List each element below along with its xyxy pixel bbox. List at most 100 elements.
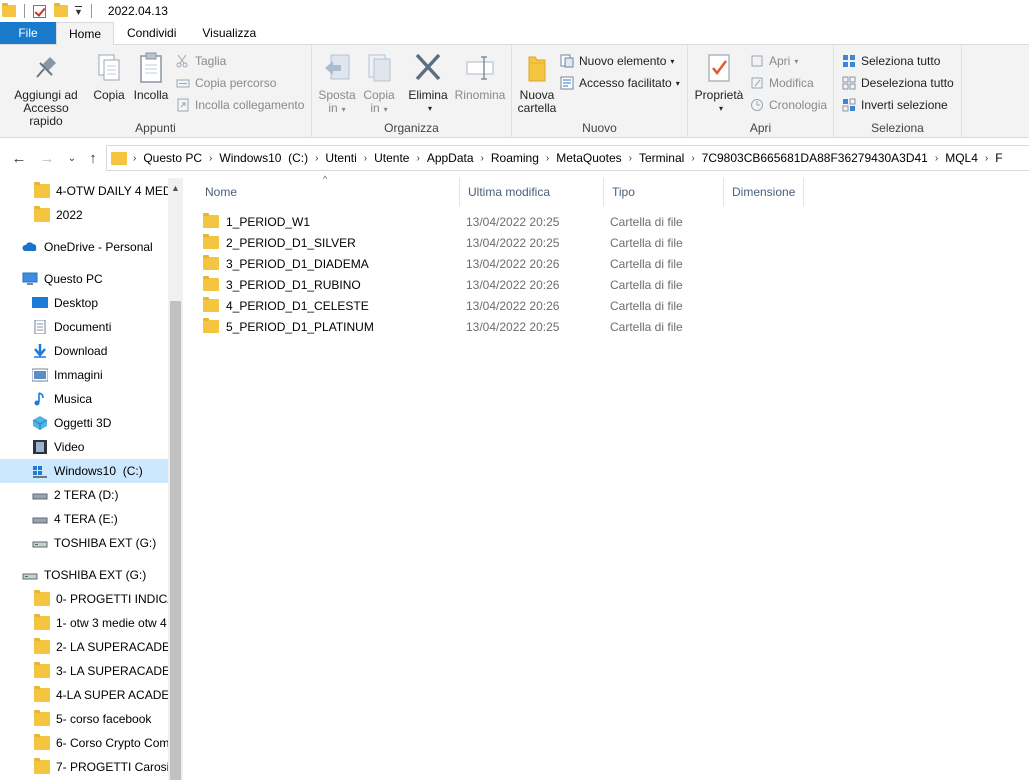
tab-home[interactable]: Home: [56, 22, 114, 45]
sidebar-item-videos[interactable]: Video: [0, 435, 168, 459]
sidebar-item-3d-objects[interactable]: Oggetti 3D: [0, 411, 168, 435]
sidebar-item[interactable]: 4-OTW DAILY 4 MEDIE: [0, 179, 168, 203]
column-header-modified[interactable]: Ultima modifica: [460, 178, 604, 206]
address-bar[interactable]: › Questo PC › Windows10 (C:) › Utenti › …: [106, 145, 1029, 171]
sidebar-item-label: Questo PC: [44, 272, 103, 286]
sidebar-item[interactable]: 5- corso facebook: [0, 707, 168, 731]
column-header-type[interactable]: Tipo: [604, 178, 724, 206]
breadcrumb-item[interactable]: F: [988, 151, 1009, 165]
table-row[interactable]: 3_PERIOD_D1_DIADEMA 13/04/2022 20:26 Car…: [203, 253, 883, 274]
breadcrumb-item[interactable]: Roaming: [484, 151, 546, 165]
breadcrumb-item[interactable]: Questo PC: [136, 151, 209, 165]
new-folder-button[interactable]: Nuova cartella: [516, 51, 558, 115]
sidebar-item[interactable]: 6- Corso Crypto Com: [0, 731, 168, 755]
edit-button[interactable]: Modifica: [750, 73, 814, 93]
tab-share[interactable]: Condividi: [114, 22, 189, 44]
file-modified: 13/04/2022 20:26: [466, 298, 560, 313]
delete-button[interactable]: Elimina ▾: [406, 51, 450, 115]
table-row[interactable]: 5_PERIOD_D1_PLATINUM 13/04/2022 20:25 Ca…: [203, 316, 883, 337]
sidebar-item-documents[interactable]: Documenti: [0, 315, 168, 339]
sidebar-item-pictures[interactable]: Immagini: [0, 363, 168, 387]
column-header-size[interactable]: Dimensione: [724, 178, 804, 206]
paste-shortcut-button[interactable]: Incolla collegamento: [176, 95, 304, 115]
recent-locations-chevron-icon[interactable]: ⌄: [61, 147, 83, 169]
file-list: ^ Nome Ultima modifica Tipo Dimensione 1…: [183, 174, 1029, 780]
sidebar-item-drive-e[interactable]: 4 TERA (E:): [0, 507, 168, 531]
sidebar-item-label: TOSHIBA EXT (G:): [54, 536, 157, 550]
sidebar-item-label: 6- Corso Crypto Com: [56, 736, 168, 750]
properties-button[interactable]: Proprietà ▾: [692, 51, 746, 115]
documents-icon: [32, 319, 48, 335]
move-to-button[interactable]: Sposta in ▾: [316, 51, 358, 116]
pc-icon: [22, 272, 38, 286]
tab-view[interactable]: Visualizza: [189, 22, 269, 44]
paste-button[interactable]: Incolla: [130, 51, 172, 102]
sidebar-item-downloads[interactable]: Download: [0, 339, 168, 363]
rename-button[interactable]: Rinomina: [450, 51, 510, 102]
sidebar-item-music[interactable]: Musica: [0, 387, 168, 411]
table-row[interactable]: 2_PERIOD_D1_SILVER 13/04/2022 20:25 Cart…: [203, 232, 883, 253]
breadcrumb-item[interactable]: AppData: [420, 151, 481, 165]
sidebar-item-label: 4-LA SUPER ACADEMY: [56, 688, 168, 702]
pin-quick-access-button[interactable]: Aggiungi ad Accesso rapido: [6, 51, 86, 128]
folder-icon: [203, 213, 219, 228]
breadcrumb-item[interactable]: Terminal: [632, 151, 691, 165]
sidebar-item-drive-g[interactable]: TOSHIBA EXT (G:): [0, 531, 168, 555]
sidebar-item-drive-d[interactable]: 2 TERA (D:): [0, 483, 168, 507]
sidebar-item-windows-drive[interactable]: Windows10 (C:): [0, 459, 168, 483]
sidebar-item[interactable]: 2022: [0, 203, 168, 227]
easy-access-button[interactable]: Accesso facilitato ▾: [560, 73, 680, 93]
up-arrow-icon[interactable]: ↑: [82, 147, 104, 169]
windows-drive-icon: [32, 464, 48, 478]
new-folder-icon[interactable]: [54, 3, 68, 17]
file-type: Cartella di file: [610, 277, 683, 292]
back-arrow-icon[interactable]: ←: [8, 147, 30, 169]
history-button[interactable]: Cronologia: [750, 95, 827, 115]
table-row[interactable]: 3_PERIOD_D1_RUBINO 13/04/2022 20:26 Cart…: [203, 274, 883, 295]
breadcrumb-item[interactable]: Utenti: [318, 151, 363, 165]
sidebar-item[interactable]: 7- PROGETTI Carosi: [0, 755, 168, 779]
select-none-button[interactable]: Deseleziona tutto: [842, 73, 954, 93]
delete-dropdown-icon[interactable]: ▾: [428, 102, 432, 115]
breadcrumb-item[interactable]: MQL4: [938, 151, 985, 165]
sidebar-item-this-pc[interactable]: Questo PC: [0, 267, 168, 291]
copy-button[interactable]: Copia: [90, 51, 128, 102]
file-type: Cartella di file: [610, 256, 683, 271]
navigation-bar: ← → ⌄ ↑ › Questo PC › Windows10 (C:) › U…: [0, 144, 1029, 172]
sidebar-item-desktop[interactable]: Desktop: [0, 291, 168, 315]
scrollbar-thumb[interactable]: [170, 301, 181, 780]
properties-check-icon[interactable]: [33, 4, 46, 18]
forward-arrow-icon[interactable]: →: [36, 147, 58, 169]
breadcrumb-item[interactable]: Windows10 (C:): [212, 151, 315, 165]
sidebar-item-toshiba[interactable]: TOSHIBA EXT (G:): [0, 563, 168, 587]
sidebar-item[interactable]: 0- PROGETTI INDICATORI: [0, 587, 168, 611]
scroll-up-icon[interactable]: ▲: [171, 183, 180, 193]
sidebar-item[interactable]: 1- otw 3 medie otw 4: [0, 611, 168, 635]
invert-selection-button[interactable]: Inverti selezione: [842, 95, 948, 115]
column-header-name[interactable]: Nome: [197, 178, 460, 206]
table-row[interactable]: 1_PERIOD_W1 13/04/2022 20:25 Cartella di…: [203, 211, 883, 232]
table-row[interactable]: 4_PERIOD_D1_CELESTE 13/04/2022 20:26 Car…: [203, 295, 883, 316]
copy-to-button[interactable]: Copia in ▾: [358, 51, 400, 116]
breadcrumb-item[interactable]: Utente: [367, 151, 416, 165]
properties-dropdown-icon[interactable]: ▾: [719, 102, 723, 115]
folder-icon: [34, 614, 50, 630]
pictures-icon: [31, 368, 49, 382]
breadcrumb-item[interactable]: 7C9803CB665681DA88F36279430A3D41: [695, 151, 935, 165]
history-label: Cronologia: [769, 98, 828, 112]
sidebar-scrollbar[interactable]: ▲: [168, 178, 183, 780]
edit-icon: [750, 76, 764, 90]
breadcrumb-item[interactable]: MetaQuotes: [549, 151, 628, 165]
sidebar-item-onedrive[interactable]: OneDrive - Personal: [0, 235, 168, 259]
sidebar-item[interactable]: 2- LA SUPERACADEMY: [0, 635, 168, 659]
customize-toolbar-icon[interactable]: ▼: [74, 5, 83, 17]
sidebar-item[interactable]: 4-LA SUPER ACADEMY: [0, 683, 168, 707]
select-all-button[interactable]: Seleziona tutto: [842, 51, 940, 71]
move-to-icon: [321, 51, 353, 85]
new-item-button[interactable]: Nuovo elemento ▾: [560, 51, 674, 71]
copy-path-button[interactable]: Copia percorso: [176, 73, 276, 93]
sidebar-item[interactable]: 3- LA SUPERACADEMY: [0, 659, 168, 683]
tab-file[interactable]: File: [0, 22, 56, 44]
cut-button[interactable]: Taglia: [176, 51, 226, 71]
open-button[interactable]: Apri ▾: [750, 51, 798, 71]
